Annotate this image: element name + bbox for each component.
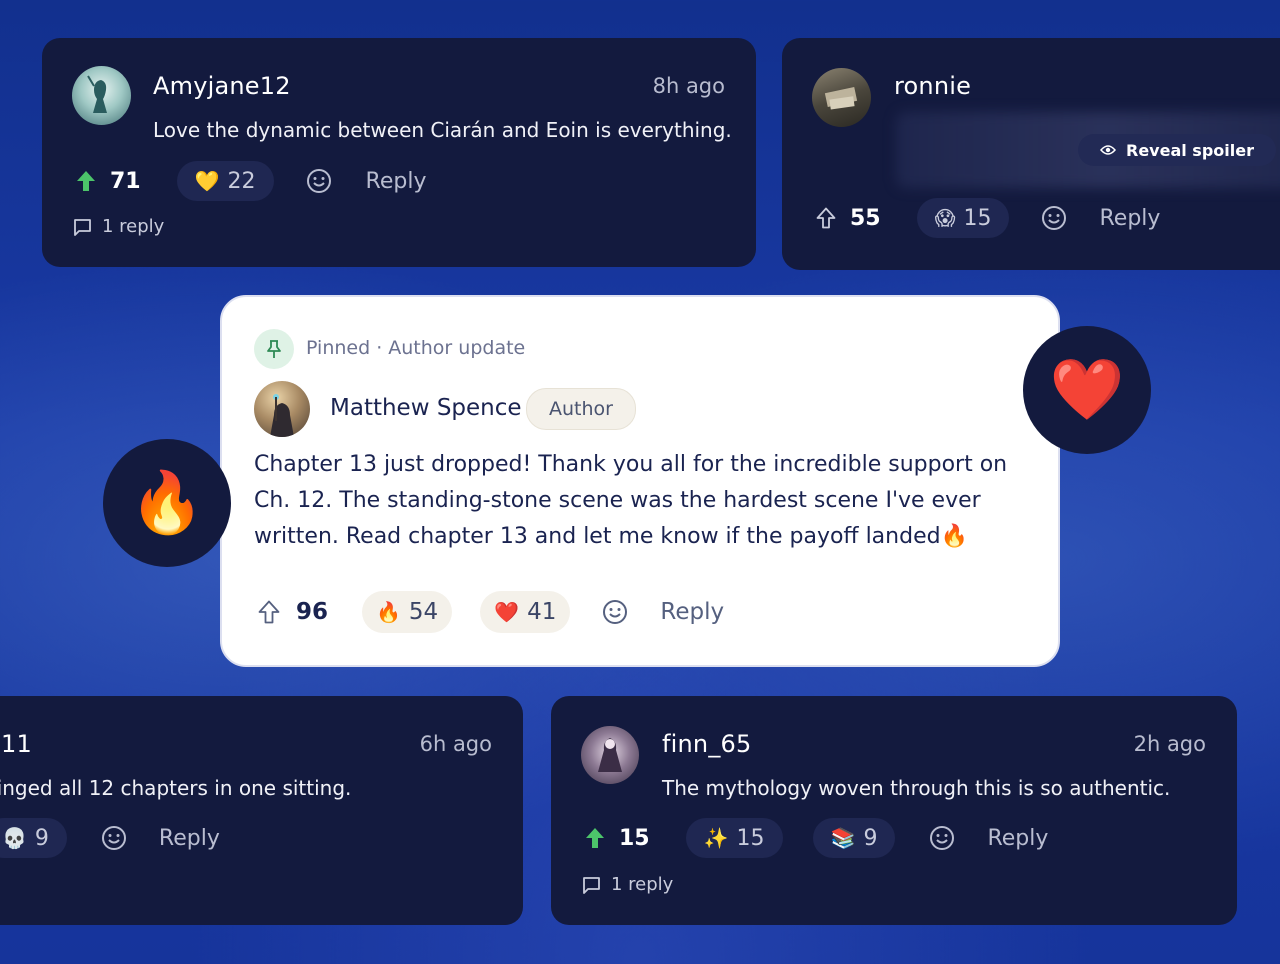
- reply-button[interactable]: Reply: [987, 826, 1048, 851]
- reaction-pill[interactable]: ❤️ 41: [480, 591, 571, 633]
- view-replies-link[interactable]: 1 reply: [73, 216, 164, 237]
- timestamp: 6h ago: [419, 732, 492, 756]
- reaction-pill[interactable]: ✨ 15: [685, 818, 783, 858]
- avatar[interactable]: [812, 68, 871, 127]
- reaction-count: 15: [736, 825, 765, 851]
- add-reaction-icon[interactable]: [929, 825, 955, 851]
- reaction-emoji: 🔥: [376, 600, 401, 624]
- avatar-figure-icon: [270, 394, 294, 437]
- username[interactable]: rn11: [0, 730, 32, 758]
- reaction-emoji: ✨: [703, 826, 729, 850]
- reply-button[interactable]: Reply: [159, 826, 220, 851]
- reaction-pill[interactable]: 💀 9: [0, 818, 67, 858]
- comment-text: The mythology woven through this is so a…: [662, 776, 1171, 800]
- arrow-up-icon: [258, 600, 280, 624]
- comment-text: Chapter 13 just dropped! Thank you all f…: [254, 452, 1008, 549]
- arrow-up-icon: [816, 207, 836, 229]
- pin-badge: [254, 329, 294, 369]
- view-replies-link[interactable]: 1 reply: [582, 874, 673, 895]
- reaction-count: 54: [408, 599, 439, 625]
- reaction-emoji: 💛: [194, 169, 220, 193]
- upvote-count: 55: [850, 205, 881, 231]
- reply-button[interactable]: Reply: [1099, 206, 1160, 231]
- floating-heart-bubble: ❤️: [1023, 326, 1151, 454]
- avatar-figure-icon: [87, 75, 107, 113]
- avatar-figure-icon: [598, 738, 622, 772]
- avatar-book-icon: [824, 87, 858, 110]
- author-name[interactable]: Matthew Spence: [330, 395, 522, 421]
- comment-card-finn-65: finn_65 2h ago The mythology woven throu…: [551, 696, 1237, 925]
- add-reaction-icon[interactable]: [306, 168, 332, 194]
- reaction-emoji: ❤️: [494, 600, 520, 624]
- reaction-pill[interactable]: 🔥 54: [362, 591, 453, 633]
- arrow-up-icon: [586, 828, 604, 848]
- comment-card-amyjane12: Amyjane12 8h ago Love the dynamic betwee…: [42, 38, 756, 267]
- reaction-count: 22: [227, 168, 256, 194]
- timestamp: 2h ago: [1133, 732, 1206, 756]
- upvote-button[interactable]: 96: [258, 599, 328, 625]
- comment-bubble-icon: [583, 876, 600, 894]
- add-reaction-icon[interactable]: [602, 599, 628, 625]
- replies-count: 1 reply: [102, 216, 165, 237]
- username[interactable]: ronnie: [894, 72, 971, 100]
- upvote-count: 71: [110, 168, 141, 194]
- username[interactable]: Amyjane12: [153, 72, 291, 100]
- author-avatar[interactable]: [254, 381, 310, 437]
- reaction-count: 9: [34, 825, 49, 851]
- floating-fire-bubble: 🔥: [103, 439, 231, 567]
- reaction-count: 41: [527, 599, 557, 625]
- fire-icon: 🔥: [129, 468, 205, 538]
- reaction-emoji: 💀: [2, 826, 27, 850]
- heart-icon: ❤️: [1049, 355, 1125, 425]
- reaction-pill[interactable]: 📚 9: [812, 818, 896, 858]
- pinned-author-comment: Pinned · Author update Matthew Spence Au…: [220, 295, 1060, 667]
- replies-count: 1 reply: [611, 874, 674, 895]
- add-reaction-icon[interactable]: [1041, 205, 1067, 231]
- reaction-pill[interactable]: 💛 22: [176, 161, 274, 201]
- pin-icon: [267, 340, 281, 358]
- reply-button[interactable]: Reply: [660, 599, 724, 625]
- avatar[interactable]: [72, 66, 131, 125]
- author-badge: Author: [526, 388, 636, 430]
- comment-card-rn11: rn11 6h ago binged all 12 chapters in on…: [0, 696, 523, 925]
- reveal-spoiler-button[interactable]: Reveal spoiler: [1078, 134, 1276, 166]
- reveal-spoiler-label: Reveal spoiler: [1126, 140, 1254, 160]
- upvote-button[interactable]: 71: [76, 169, 141, 194]
- upvote-button[interactable]: 15: [585, 826, 650, 851]
- arrow-up-icon: [77, 171, 95, 191]
- reaction-emoji: 😱: [934, 206, 956, 230]
- timestamp: 8h ago: [652, 74, 725, 98]
- upvote-button[interactable]: 55: [816, 206, 881, 231]
- avatar[interactable]: [581, 726, 639, 784]
- comment-text: Love the dynamic between Ciarán and Eoin…: [153, 118, 732, 142]
- add-reaction-icon[interactable]: [101, 825, 127, 851]
- reply-button[interactable]: Reply: [366, 169, 427, 194]
- reaction-emoji: 📚: [830, 826, 856, 850]
- upvote-count: 15: [619, 825, 650, 851]
- comment-text: binged all 12 chapters in one sitting.: [0, 776, 352, 800]
- reaction-pill[interactable]: 😱 15: [916, 198, 1010, 238]
- pinned-label: Pinned · Author update: [306, 337, 526, 359]
- reaction-count: 9: [863, 825, 878, 851]
- upvote-count: 96: [296, 599, 329, 625]
- reaction-count: 15: [963, 205, 992, 231]
- comment-card-ronnie: ronnie Reveal spoiler 55 😱 15 Reply: [782, 38, 1280, 270]
- comment-bubble-icon: [74, 218, 91, 236]
- username[interactable]: finn_65: [662, 730, 751, 758]
- eye-icon: [1100, 145, 1116, 155]
